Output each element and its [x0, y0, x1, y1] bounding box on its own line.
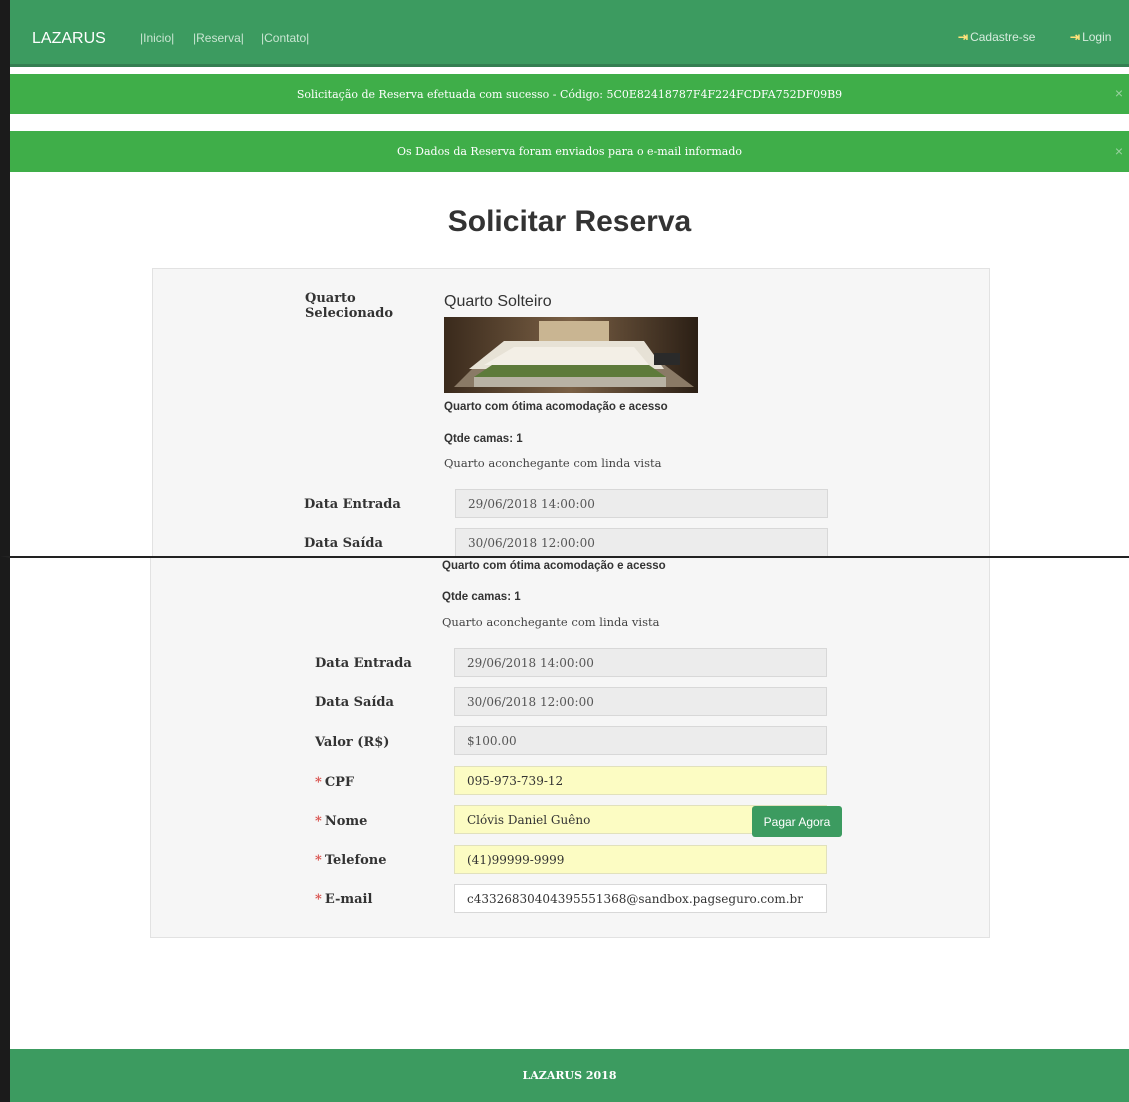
- nome-label: * Nome: [315, 814, 367, 829]
- email-alert-text: Os Dados da Reserva foram enviados para …: [396, 145, 743, 158]
- entrada-field[interactable]: 29/06/2018 14:00:00: [455, 489, 828, 518]
- signup-label: Cadastre-se: [970, 30, 1036, 44]
- pay-now-button[interactable]: Pagar Agora: [752, 806, 842, 837]
- saida-field[interactable]: 30/06/2018 12:00:00: [455, 528, 828, 557]
- room-label-line1: Quarto: [305, 291, 356, 306]
- email-field[interactable]: c43326830404395551368@sandbox.pagseguro.…: [454, 884, 827, 913]
- room-beds: Qtde camas: 1: [444, 433, 523, 445]
- login-label: Login: [1082, 30, 1112, 44]
- success-alert-text: Solicitação de Reserva efetuada com suce…: [296, 88, 843, 101]
- brand-logo[interactable]: LAZARUS: [32, 30, 106, 48]
- room-name: Quarto Solteiro: [444, 293, 552, 310]
- room-description: Quarto aconchegante com linda vista: [442, 615, 660, 629]
- entrada-label: Data Entrada: [304, 497, 401, 512]
- telefone-field[interactable]: (41)99999-9999: [454, 845, 827, 874]
- cpf-field[interactable]: 095-973-739-12: [454, 766, 827, 795]
- entrada-field[interactable]: 29/06/2018 14:00:00: [454, 648, 827, 677]
- footer: LAZARUS 2018: [10, 1049, 1129, 1102]
- saida-label: Data Saída: [304, 536, 383, 551]
- entrada-label: Data Entrada: [315, 656, 412, 671]
- required-mark: *: [315, 853, 322, 868]
- close-icon[interactable]: ×: [1115, 143, 1123, 159]
- valor-field[interactable]: $100.00: [454, 726, 827, 755]
- room-photo: [444, 317, 698, 393]
- cpf-label-text: CPF: [324, 775, 355, 790]
- saida-field[interactable]: 30/06/2018 12:00:00: [454, 687, 827, 716]
- required-mark: *: [315, 814, 322, 829]
- success-alert: Solicitação de Reserva efetuada com suce…: [10, 74, 1129, 114]
- sign-in-icon: ⇥: [1070, 30, 1081, 44]
- saida-label: Data Saída: [315, 695, 394, 710]
- nav-link-inicio[interactable]: |Inicio|: [140, 31, 174, 45]
- nav-link-contato[interactable]: |Contato|: [261, 31, 309, 45]
- telefone-label-text: Telefone: [324, 853, 387, 868]
- sign-in-icon: ⇥: [958, 30, 969, 44]
- required-mark: *: [315, 775, 322, 790]
- valor-label: Valor (R$): [315, 735, 390, 750]
- top-navbar: LAZARUS |Inicio| |Reserva| |Contato| ⇥ Ca…: [10, 0, 1129, 67]
- room-label: Quarto Selecionado: [305, 291, 393, 321]
- close-icon[interactable]: ×: [1115, 85, 1123, 101]
- email-alert: Os Dados da Reserva foram enviados para …: [10, 131, 1129, 172]
- room-label-line2: Selecionado: [305, 306, 394, 321]
- room-headline: Quarto com ótima acomodação e acesso: [442, 560, 666, 572]
- nome-label-text: Nome: [324, 814, 368, 829]
- email-label: * E-mail: [315, 892, 372, 907]
- page-title: Solicitar Reserva: [447, 205, 692, 238]
- login-link[interactable]: ⇥ Login: [1070, 30, 1111, 44]
- top-screenshot-panel: LAZARUS |Inicio| |Reserva| |Contato| ⇥ Ca…: [0, 0, 1129, 557]
- room-beds: Qtde camas: 1: [442, 591, 521, 603]
- email-label-text: E-mail: [324, 892, 373, 907]
- nav-link-reserva[interactable]: |Reserva|: [193, 31, 244, 45]
- cpf-label: * CPF: [315, 775, 354, 790]
- room-description: Quarto aconchegante com linda vista: [444, 456, 662, 470]
- bottom-screenshot-panel: Quarto com ótima acomodação e acesso Qtd…: [0, 556, 1129, 1102]
- room-headline: Quarto com ótima acomodação e acesso: [444, 401, 668, 413]
- signup-link[interactable]: ⇥ Cadastre-se: [958, 30, 1035, 44]
- telefone-label: * Telefone: [315, 853, 386, 868]
- required-mark: *: [315, 892, 322, 907]
